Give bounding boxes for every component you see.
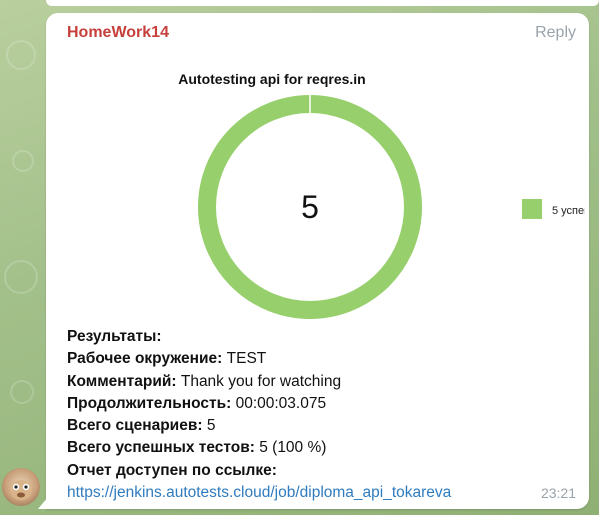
environment-label: Рабочее окружение:: [67, 350, 223, 368]
comment-label: Комментарий:: [67, 372, 177, 390]
allure-chart-image[interactable]: Autotesting api for reqres.in 5 успешных 5: [130, 55, 585, 327]
wallpaper-doodle: [6, 40, 36, 70]
report-link[interactable]: https://jenkins.autotests.cloud/job/dipl…: [67, 484, 451, 501]
donut-chart: Autotesting api for reqres.in 5 успешных 5: [178, 71, 585, 319]
comment-value: Thank you for watching: [176, 372, 342, 390]
chart-center-value: 5: [301, 189, 319, 225]
wallpaper-doodle: [4, 260, 38, 294]
message-bubble: HomeWork14 Reply Autotesting api for req…: [46, 13, 589, 509]
reply-button[interactable]: Reply: [535, 24, 576, 42]
message-time: 23:21: [540, 485, 576, 501]
legend-swatch-0: [522, 199, 542, 219]
scenarios-label: Всего сценариев:: [67, 417, 203, 435]
environment-value: TEST: [222, 350, 267, 368]
passed-value: 5 (100 %): [254, 439, 327, 457]
avatar[interactable]: [2, 468, 40, 506]
report-text: Результаты: Рабочее окружение: TEST Комм…: [67, 326, 451, 504]
report-link-label: Отчет доступен по ссылке:: [67, 461, 277, 479]
previous-message-bubble: [46, 0, 599, 6]
legend-label-0: 5 успешных: [552, 205, 585, 217]
passed-label: Всего успешных тестов:: [67, 439, 255, 457]
results-heading: Результаты:: [67, 328, 162, 345]
scenarios-value: 5: [202, 417, 216, 435]
sender-name[interactable]: HomeWork14: [67, 24, 169, 42]
chart-title: Autotesting api for reqres.in: [178, 71, 365, 87]
duration-value: 00:00:03.075: [231, 394, 327, 412]
duration-label: Продолжительность:: [67, 394, 232, 412]
wallpaper-doodle: [10, 380, 34, 404]
wallpaper-doodle: [12, 150, 34, 172]
